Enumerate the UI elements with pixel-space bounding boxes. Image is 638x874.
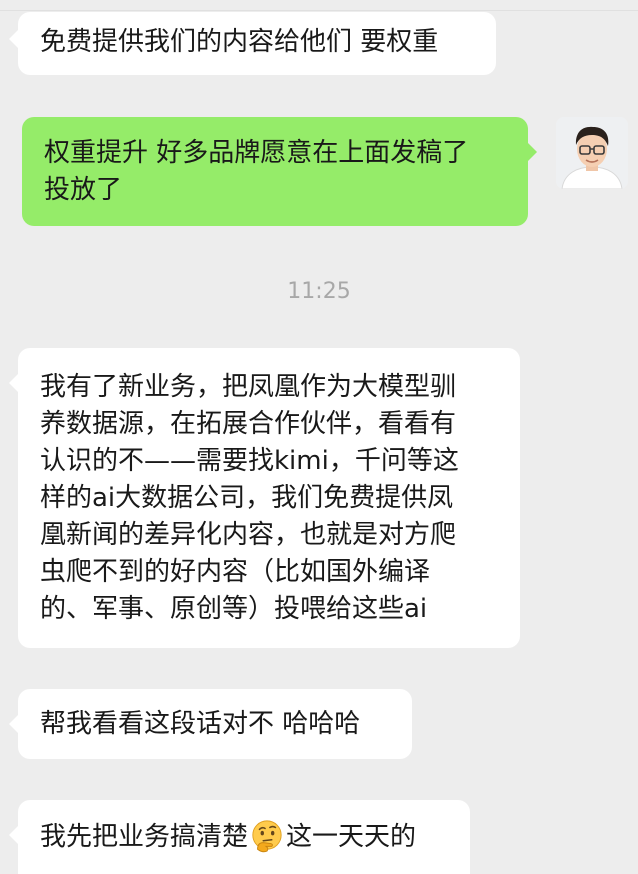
message-text-line: 样的ai大数据公司，我们免费提供凤 <box>40 483 454 513</box>
message-bubble-incoming[interactable]: 帮我看看这段话对不 哈哈哈 <box>18 689 412 759</box>
bubble-tail <box>528 143 537 161</box>
message-bubble-outgoing[interactable]: 权重提升 好多品牌愿意在上面发稿了 投放了 <box>22 117 528 226</box>
message-text-line: 的、军事、原创等）投喂给这些ai <box>40 594 428 624</box>
bubble-tail <box>9 30 18 48</box>
bubble-tail <box>9 826 18 844</box>
message-text-line: 虫爬不到的好内容（比如国外编译 <box>40 557 431 587</box>
message-text-line: 凰新闻的差异化内容，也就是对方爬 <box>40 520 457 550</box>
user-avatar-icon[interactable] <box>556 117 628 189</box>
bubble-tail <box>9 715 18 733</box>
message-bubble-incoming[interactable]: 免费提供我们的内容给他们 要权重 <box>18 12 496 75</box>
message-bubble-incoming[interactable]: 我有了新业务，把凤凰作为大模型驯 养数据源，在拓展合作伙伴，看看有 认识的不——… <box>18 348 520 648</box>
message-text-line: 投放了 <box>44 175 123 205</box>
message-text-line: 认识的不——需要找kimi，千问等这 <box>40 446 459 476</box>
message-text: 免费提供我们的内容给他们 要权重 <box>40 27 439 57</box>
message-text: 这一天天的 <box>286 822 417 852</box>
thinking-face-emoji-icon <box>252 819 282 852</box>
avatar-portrait <box>556 117 628 189</box>
message-bubble-incoming[interactable]: 我先把业务搞清楚 这一天天的 <box>18 800 470 874</box>
message-text-line: 我有了新业务，把凤凰作为大模型驯 <box>40 372 457 402</box>
message-text-line: 权重提升 好多品牌愿意在上面发稿了 <box>44 138 469 168</box>
message-text-line: 养数据源，在拓展合作伙伴，看看有 <box>40 409 457 439</box>
message-text: 我先把业务搞清楚 <box>40 822 249 852</box>
top-divider <box>0 0 638 11</box>
bubble-tail <box>9 374 18 392</box>
timestamp: 11:25 <box>287 279 351 304</box>
message-text: 帮我看看这段话对不 哈哈哈 <box>40 709 361 739</box>
